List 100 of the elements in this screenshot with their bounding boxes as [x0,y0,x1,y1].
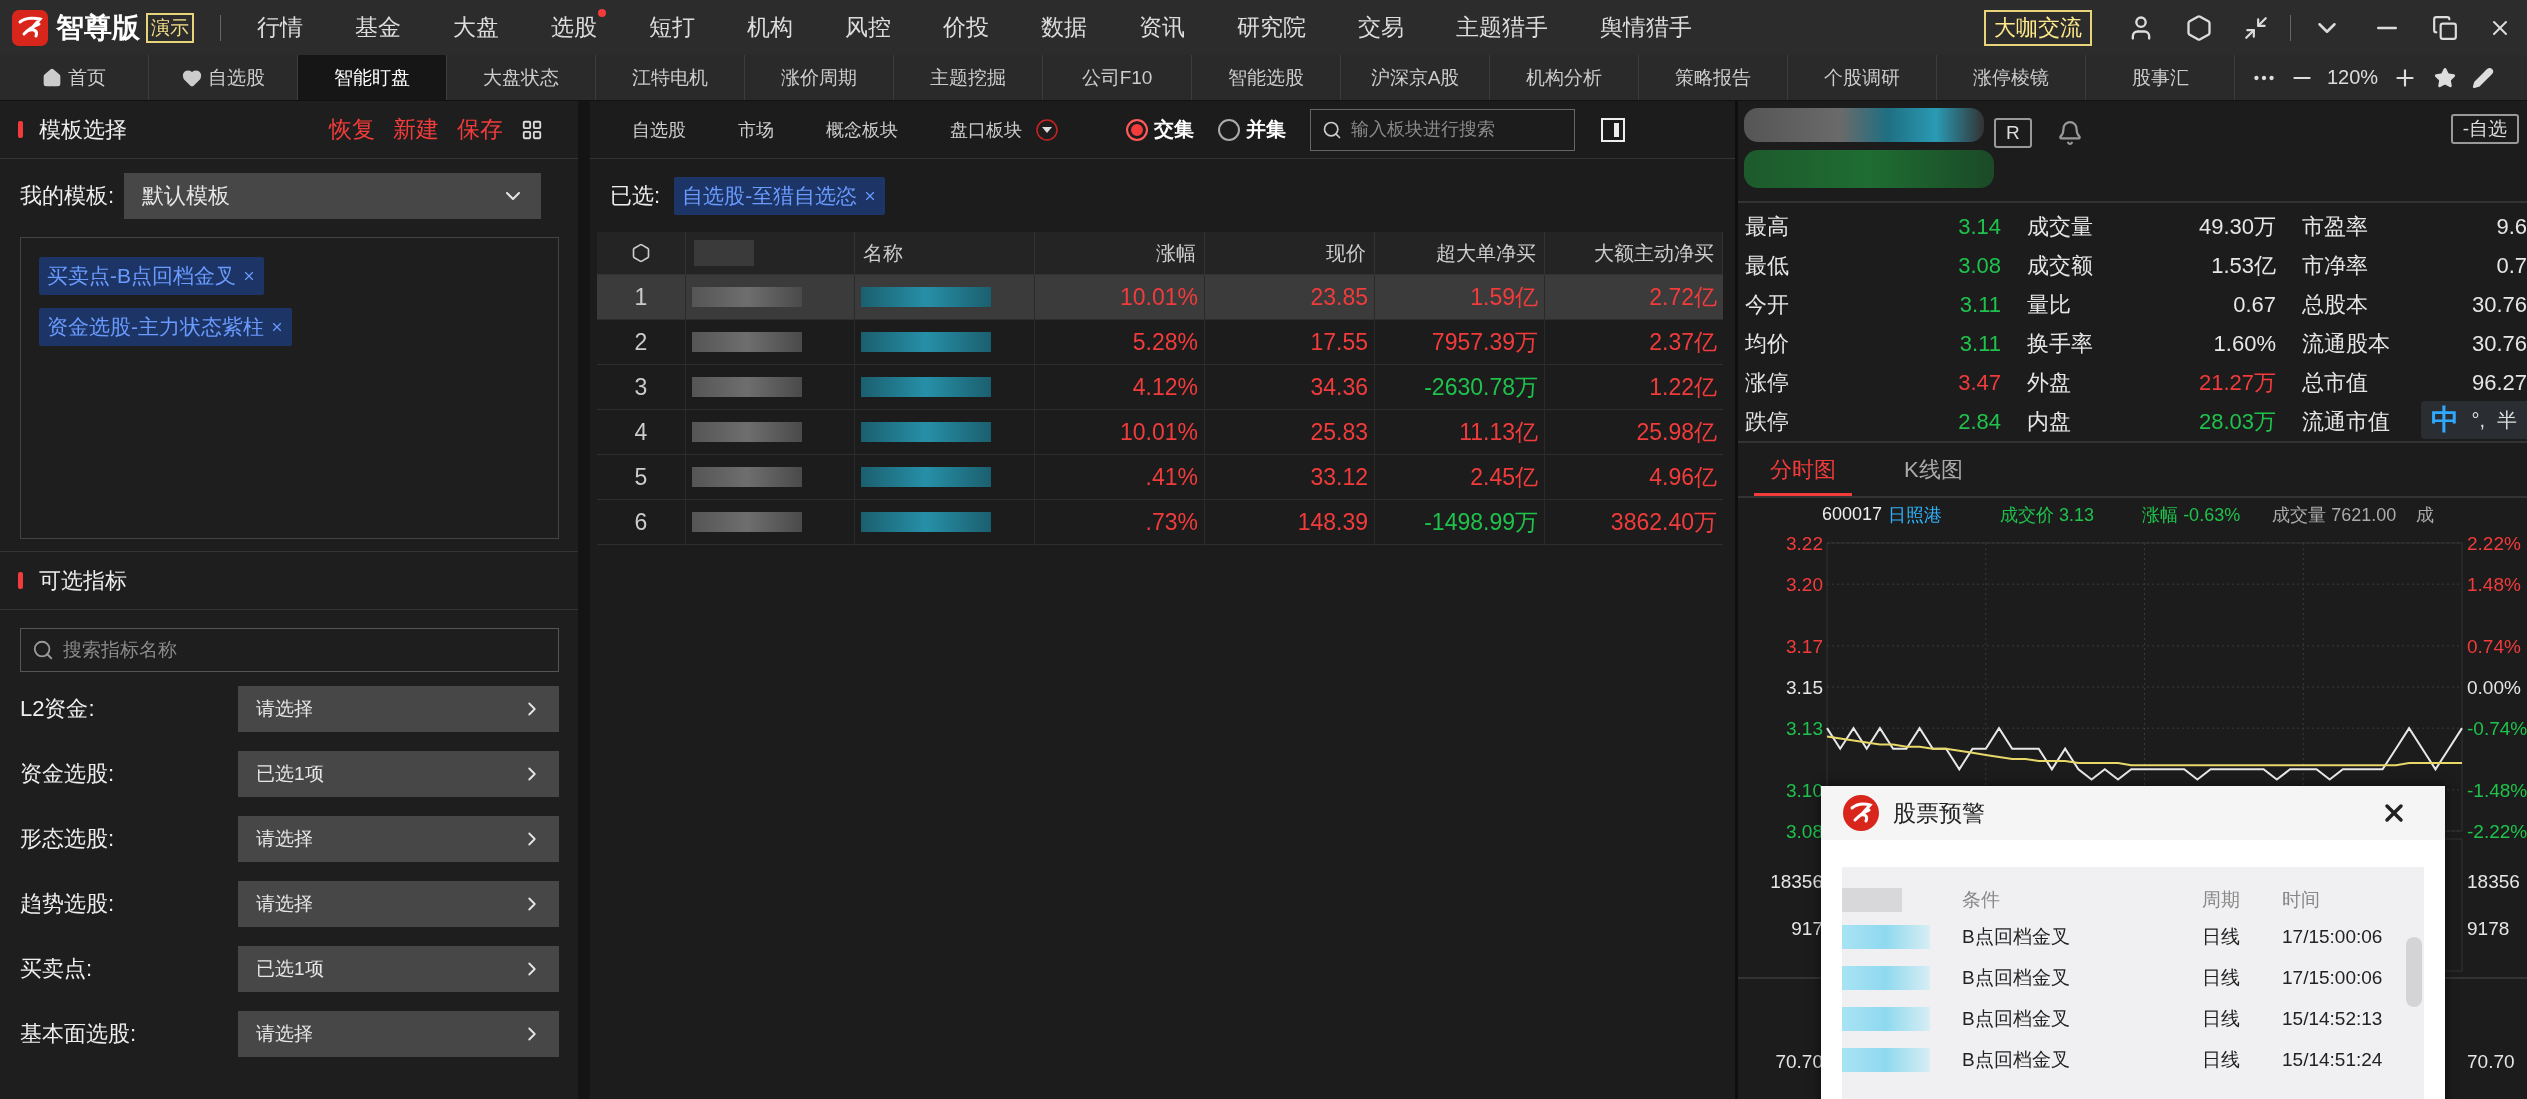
menu-item[interactable]: 基金 [355,12,401,43]
table-cell: 10.01% [1035,275,1205,320]
menu-item[interactable]: 行情 [257,12,303,43]
percent-axis-label: -0.74% [2467,718,2527,740]
template-action[interactable]: 保存 [457,114,503,145]
menu-item[interactable]: 风控 [845,12,891,43]
remove-icon[interactable] [242,269,256,283]
selected-tag[interactable]: 资金选股-主力状态紫柱 [39,308,292,346]
menu-item[interactable]: 资讯 [1139,12,1185,43]
filter-select[interactable]: 请选择 [238,880,559,927]
menu-item[interactable]: 主题猎手 [1456,12,1548,43]
table-cell-text: B点回档金叉 [1962,965,2071,990]
mode-radio[interactable]: 交集 [1126,116,1194,143]
table-cell-text: B点回档金叉 [1962,1047,2071,1072]
filter-select[interactable]: 请选择 [238,815,559,862]
filter-select[interactable]: 请选择 [238,1010,559,1057]
volume-axis-label: 917 [1791,918,1823,940]
ime-indicator[interactable]: °, [2471,408,2485,432]
template-select[interactable]: 默认模板 [124,173,542,219]
community-button[interactable]: 大咖交流 [1984,9,2092,46]
star-icon[interactable] [2434,66,2457,89]
filter-label: 趋势选股: [20,889,116,918]
template-action[interactable]: 新建 [393,114,439,145]
row-number: 5 [597,455,686,500]
zoom-level: 120% [2327,66,2379,89]
bell-icon[interactable] [2056,120,2083,146]
stat-label: 均价 [1745,330,1789,358]
selected-tag[interactable]: 自选股-至猎自选恣 [674,176,886,215]
panel-toggle-icon[interactable] [1601,117,1625,142]
ime-toolbar[interactable]: 中 °, 半 [2421,401,2527,439]
table-cell: 34.36 [1205,365,1375,410]
stat-label: 最低 [1745,252,1789,280]
filter-tab[interactable]: 盘口板块 [950,117,1022,142]
table-cell-text: 日线 [2202,924,2241,949]
stat-label: 总股本 [2302,291,2368,319]
heart-icon [181,67,202,88]
collapse-icon[interactable] [2243,14,2269,41]
ime-indicator[interactable]: 中 [2431,401,2460,439]
stat-value: 30.76 [2471,330,2527,358]
row-number: 3 [597,365,686,410]
stat-label: 流通市值 [2302,408,2390,436]
column-header[interactable]: 涨幅 [1035,232,1205,275]
column-header: 条件 [1962,888,2001,912]
table-cell: 1.59亿 [1375,275,1545,320]
pencil-icon[interactable] [2472,66,2495,89]
menu-item[interactable]: 机构 [747,12,793,43]
stat-value: 21.27万 [2198,369,2276,397]
filter-tab[interactable]: 概念板块 [826,117,898,142]
menu-item[interactable]: 短打 [649,12,695,43]
filter-tab[interactable]: 自选股 [632,117,686,142]
hexagon-icon[interactable] [2185,13,2213,42]
table-cell: 1.22亿 [1545,365,1723,410]
remove-icon[interactable] [270,320,284,334]
row-number: 2 [597,320,686,365]
filter-label: L2资金: [20,694,96,723]
selected-tag[interactable]: 买卖点-B点回档金叉 [39,257,264,295]
filter-tab[interactable]: 市场 [738,117,774,142]
table-cell: 2.72亿 [1545,275,1723,320]
scrollbar[interactable] [2406,937,2422,1007]
menu-item[interactable]: 数据 [1041,12,1087,43]
table-cell: 23.85 [1205,275,1375,320]
restore-icon[interactable] [2432,14,2458,41]
filter-select[interactable]: 请选择 [238,685,559,732]
ime-indicator[interactable]: 半 [2497,406,2517,434]
filter-select[interactable]: 已选1项 [238,945,559,992]
y-axis-label: 3.15 [1786,677,1823,699]
filter-select[interactable]: 已选1项 [238,750,559,797]
y-axis-label: 3.13 [1786,718,1823,740]
board-search-field[interactable]: 输入板块进行搜索 [1310,108,1575,151]
stat-value: 0.67 [2233,291,2276,319]
layout-icon[interactable] [521,118,543,141]
column-header[interactable]: 大额主动净买 [1545,232,1723,275]
y-axis-label: 3.22 [1786,533,1823,555]
mode-radio[interactable]: 并集 [1218,116,1286,143]
column-header[interactable]: 名称 [855,232,1035,275]
menu-item[interactable]: 舆情猎手 [1600,12,1692,43]
menu-item[interactable]: 选股 [551,12,597,43]
column-settings-icon[interactable] [631,243,651,263]
chart-tab[interactable]: K线图 [1888,455,1979,497]
template-action[interactable]: 恢复 [329,114,375,145]
table-cell: 4.96亿 [1545,455,1723,500]
menu-item[interactable]: 交易 [1358,12,1404,43]
table-cell: 10.01% [1035,410,1205,455]
volume-axis-label: 9178 [2467,918,2510,940]
chart-tab[interactable]: 分时图 [1754,455,1852,497]
dropdown-icon[interactable] [1036,118,1058,141]
table-cell-text: 日线 [2202,1047,2241,1072]
table-cell: 148.39 [1205,500,1375,545]
table-cell-text: 17/15:00:06 [2282,965,2384,990]
tab[interactable]: 智能盯盘 [298,55,447,100]
menu-item[interactable]: 大盘 [453,12,499,43]
header-text: 成 [2416,503,2435,527]
column-header[interactable]: 超大单净买 [1375,232,1545,275]
watchlist-button[interactable]: -自选 [2450,114,2519,144]
search-field[interactable]: 搜索指标名称 [20,628,559,672]
table-cell: 2.37亿 [1545,320,1723,365]
menu-item[interactable]: 研究院 [1237,12,1306,43]
r-button[interactable]: R [1994,118,2032,148]
menu-item[interactable]: 价投 [943,12,989,43]
column-header[interactable]: 现价 [1205,232,1375,275]
